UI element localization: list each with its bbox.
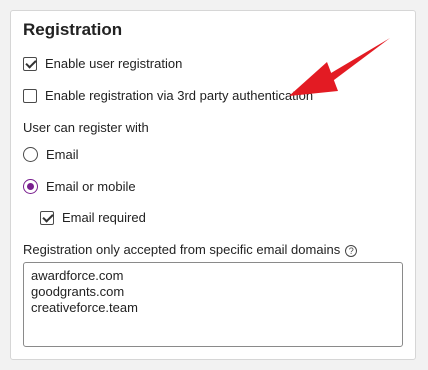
red-arrow-icon: [289, 38, 390, 96]
red-arrow-head: [289, 62, 338, 96]
red-arrow-shaft: [326, 38, 390, 83]
